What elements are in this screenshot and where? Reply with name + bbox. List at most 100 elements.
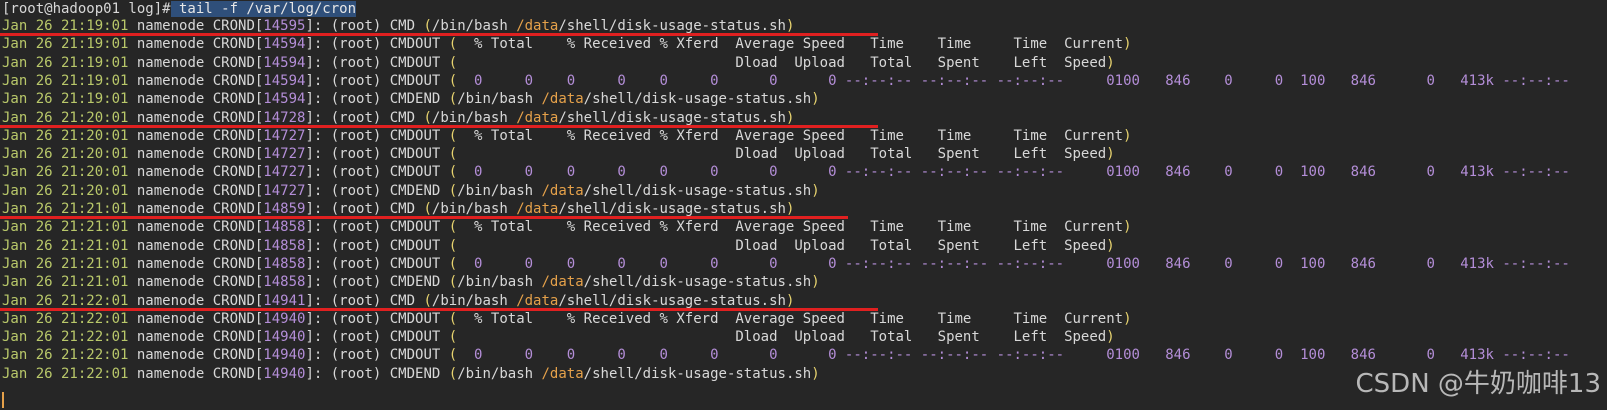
bash-path: /bin/bash [431, 109, 517, 126]
log-timestamp: Jan 26 21:22:01 [2, 329, 129, 346]
paren: ) [811, 365, 820, 382]
paren: ) [1123, 127, 1132, 144]
paren: ( [448, 219, 458, 236]
paren: ) [1106, 146, 1115, 163]
log-type: CMDOUT [389, 310, 449, 327]
log-type: CMDEND [389, 274, 449, 291]
log-user: ]: (root) [305, 146, 390, 163]
log-user: ]: (root) [305, 347, 390, 364]
script-path: /shell/disk-usage-status.sh [558, 292, 786, 309]
curl-header: Dload Upload Total Spent Left Speed [457, 329, 1107, 346]
log-timestamp: Jan 26 21:21:01 [2, 201, 129, 217]
log-pid: 14940 [263, 310, 306, 327]
log-pid: 14858 [263, 219, 306, 236]
curl-header: Dload Upload Total Spent Left Speed [457, 237, 1107, 254]
log-timestamp: Jan 26 21:20:01 [2, 109, 129, 126]
terminal-window[interactable]: [root@hadoop01 log]# tail -f /var/log/cr… [0, 0, 1607, 410]
log-user: ]: (root) [305, 91, 390, 108]
log-host: namenode CROND[ [128, 201, 264, 217]
curl-progress: 0 0 0 0 0 0 0 0 --:--:-- --:--:-- --:--:… [457, 72, 1115, 89]
script-path: /shell/disk-usage-status.sh [583, 91, 812, 108]
log-type: CMDOUT [389, 146, 449, 163]
data-dir: /data [516, 292, 559, 309]
log-pid: 14941 [263, 292, 306, 309]
curl-header: % Total % Received % Xferd Average Speed… [457, 127, 1124, 144]
log-user: ]: (root) [305, 365, 390, 382]
log-timestamp: Jan 26 21:19:01 [2, 36, 129, 53]
log-user: ]: (root) [305, 72, 390, 89]
log-pid: 14594 [263, 36, 306, 53]
log-line-cmdend: Jan 26 21:20:01 namenode CROND[14727]: (… [2, 182, 820, 200]
paren: ( [448, 164, 458, 181]
log-type: CMD [389, 109, 424, 126]
log-user: ]: (root) [305, 182, 390, 199]
paren: ( [448, 347, 458, 364]
paren: ) [785, 109, 795, 126]
log-user: ]: (root) [305, 310, 390, 327]
paren: ( [448, 54, 458, 71]
curl-progress: 0 0 0 0 0 0 0 0 --:--:-- --:--:-- --:--:… [457, 164, 1115, 181]
prompt-line: [root@hadoop01 log]# tail -f /var/log/cr… [2, 0, 357, 18]
log-host: namenode CROND[ [128, 237, 264, 254]
log-timestamp: Jan 26 21:19:01 [2, 91, 129, 108]
curl-header: Dload Upload Total Spent Left Speed [457, 146, 1107, 163]
paren: ) [785, 18, 795, 34]
log-timestamp: Jan 26 21:21:01 [2, 274, 129, 291]
log-host: namenode CROND[ [128, 329, 264, 346]
paren: ( [423, 201, 432, 217]
bash-path: /bin/bash [431, 292, 517, 309]
log-line-cmdout: Jan 26 21:20:01 namenode CROND[14727]: (… [2, 145, 1115, 163]
log-line-cmdout: Jan 26 21:21:01 namenode CROND[14858]: (… [2, 255, 1570, 273]
text-cursor [2, 392, 4, 408]
log-line-cmdout: Jan 26 21:22:01 namenode CROND[14940]: (… [2, 346, 1570, 364]
log-host: namenode CROND[ [128, 18, 264, 34]
log-user: ]: (root) [305, 127, 390, 144]
log-timestamp: Jan 26 21:22:01 [2, 310, 129, 327]
log-timestamp: Jan 26 21:21:01 [2, 219, 129, 236]
log-user: ]: (root) [305, 219, 390, 236]
curl-header: % Total % Received % Xferd Average Speed… [457, 310, 1124, 327]
log-pid: 14940 [263, 365, 306, 382]
log-type: CMDOUT [389, 54, 449, 71]
log-line-cmdout: Jan 26 21:19:01 namenode CROND[14594]: (… [2, 72, 1570, 90]
paren: ( [448, 146, 458, 163]
log-pid: 14858 [263, 237, 306, 254]
log-host: namenode CROND[ [128, 219, 264, 236]
paren: ( [448, 72, 458, 89]
log-timestamp: Jan 26 21:21:01 [2, 237, 129, 254]
paren: ( [448, 310, 458, 327]
log-host: namenode CROND[ [128, 365, 264, 382]
curl-progress: 0 0 0 0 0 0 0 0 --:--:-- --:--:-- --:--:… [457, 255, 1115, 272]
log-line-cmdout: Jan 26 21:19:01 namenode CROND[14594]: (… [2, 35, 1132, 53]
paren: ( [448, 329, 458, 346]
log-type: CMDOUT [389, 329, 449, 346]
log-user: ]: (root) [305, 36, 390, 53]
log-type: CMDOUT [389, 127, 449, 144]
paren: ( [448, 274, 458, 291]
curl-header: % Total % Received % Xferd Average Speed… [457, 219, 1124, 236]
log-user: ]: (root) [305, 237, 390, 254]
log-host: namenode CROND[ [128, 164, 264, 181]
paren: ( [448, 36, 458, 53]
log-pid: 14940 [263, 329, 306, 346]
log-line-cmdend: Jan 26 21:21:01 namenode CROND[14858]: (… [2, 273, 820, 291]
bash-path: /bin/bash [457, 91, 542, 108]
log-pid: 14727 [263, 182, 306, 199]
data-dir: /data [541, 274, 584, 291]
log-host: namenode CROND[ [128, 274, 264, 291]
log-user: ]: (root) [305, 18, 390, 34]
paren: ( [423, 18, 432, 34]
log-host: namenode CROND[ [128, 72, 264, 89]
paren: ) [1106, 237, 1115, 254]
log-user: ]: (root) [305, 109, 390, 126]
curl-header: % Total % Received % Xferd Average Speed… [457, 36, 1124, 53]
log-type: CMDOUT [389, 347, 449, 364]
paren: ( [448, 91, 458, 108]
log-timestamp: Jan 26 21:19:01 [2, 54, 129, 71]
curl-progress: 100 846 0 0 100 846 0 413k --:--:-- [1114, 347, 1570, 364]
log-host: namenode CROND[ [128, 347, 264, 364]
paren: ( [423, 109, 432, 126]
log-pid: 14940 [263, 347, 306, 364]
curl-header: Dload Upload Total Spent Left Speed [457, 54, 1107, 71]
log-pid: 14727 [263, 164, 306, 181]
